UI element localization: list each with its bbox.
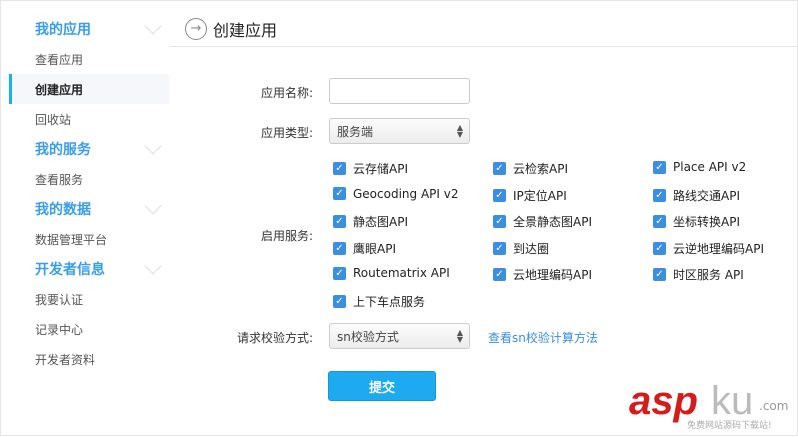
service-checkbox[interactable]: ✓ 云逆地理编码API bbox=[653, 240, 764, 257]
services-label: 启用服务: bbox=[260, 229, 313, 243]
sidebar-item-profile[interactable]: 开发者资料 bbox=[1, 344, 169, 374]
checkmark-icon: ✓ bbox=[493, 268, 506, 281]
service-label: 时区服务 API bbox=[673, 268, 744, 282]
service-label: 坐标转换API bbox=[673, 215, 740, 229]
sidebar: 我的应用 查看应用 创建应用 回收站 我的服务 查看服务 我的数据 数据管理平台… bbox=[1, 1, 169, 437]
checkmark-icon: ✓ bbox=[333, 215, 346, 228]
service-label: Routematrix API bbox=[353, 266, 450, 280]
chevron-down-icon bbox=[144, 197, 162, 215]
group-developer-info[interactable]: 开发者信息 bbox=[1, 254, 169, 284]
service-label: IP定位API bbox=[513, 188, 567, 203]
submit-button[interactable]: 提交 bbox=[328, 371, 436, 401]
service-label: 上下车点服务 bbox=[353, 294, 426, 309]
service-label: 路线交通API bbox=[673, 188, 740, 203]
service-checkbox[interactable]: ✓ 全景静态图API bbox=[493, 213, 592, 230]
service-checkbox[interactable]: ✓ 静态图API bbox=[333, 213, 408, 230]
group-my-apps[interactable]: 我的应用 bbox=[1, 14, 169, 44]
updown-icon: ▲ ▼ bbox=[456, 123, 463, 139]
checkmark-icon: ✓ bbox=[333, 294, 346, 308]
service-checkbox[interactable]: ✓ IP定位API bbox=[493, 187, 567, 204]
checkmark-icon: ✓ bbox=[653, 268, 666, 281]
checkmark-icon: ✓ bbox=[493, 162, 506, 175]
watermark-logo: asp ku .com 免费网站源码下载站! bbox=[629, 379, 789, 431]
service-checkbox[interactable]: ✓ 云地理编码API bbox=[493, 266, 592, 283]
service-checkbox[interactable]: ✓ Geocoding API v2 bbox=[333, 187, 459, 201]
group-title: 开发者信息 bbox=[35, 262, 105, 278]
verify-value: sn校验方式 bbox=[337, 329, 399, 344]
service-checkbox[interactable]: ✓ 鹰眼API bbox=[333, 240, 396, 257]
service-label: Place API v2 bbox=[673, 160, 747, 174]
checkmark-icon: ✓ bbox=[333, 162, 346, 175]
group-title: 我的数据 bbox=[35, 202, 91, 218]
service-checkbox[interactable]: ✓ 到达圈 bbox=[493, 240, 549, 257]
sidebar-item-view-services[interactable]: 查看服务 bbox=[1, 164, 169, 194]
page-title: 创建应用 bbox=[213, 20, 278, 40]
chevron-down-icon bbox=[144, 17, 162, 35]
group-my-data[interactable]: 我的数据 bbox=[1, 194, 169, 224]
checkmark-icon: ✓ bbox=[493, 241, 506, 255]
service-label: 云检索API bbox=[513, 162, 568, 176]
service-checkbox[interactable]: ✓ 坐标转换API bbox=[653, 213, 740, 230]
service-label: 全景静态图API bbox=[513, 215, 592, 229]
service-checkbox[interactable]: ✓ 云检索API bbox=[493, 160, 568, 177]
app-name-label: 应用名称: bbox=[260, 86, 313, 100]
updown-icon: ▲ ▼ bbox=[456, 328, 463, 344]
service-label: 云地理编码API bbox=[513, 268, 592, 282]
service-label: 云逆地理编码API bbox=[673, 241, 764, 256]
sn-verify-help-link[interactable]: 查看sn校验计算方法 bbox=[488, 329, 598, 346]
sidebar-item-view-apps[interactable]: 查看应用 bbox=[1, 44, 169, 74]
app-name-input[interactable] bbox=[329, 78, 470, 104]
checkmark-icon: ✓ bbox=[653, 188, 666, 202]
page-header: → 创建应用 bbox=[169, 11, 797, 47]
service-checkbox[interactable]: ✓ Routematrix API bbox=[333, 266, 450, 280]
checkmark-icon: ✓ bbox=[333, 187, 346, 200]
sidebar-item-certify[interactable]: 我要认证 bbox=[1, 284, 169, 314]
service-checkbox[interactable]: ✓ 上下车点服务 bbox=[333, 293, 425, 310]
checkmark-icon: ✓ bbox=[493, 188, 506, 202]
checkmark-icon: ✓ bbox=[333, 266, 346, 280]
checkmark-icon: ✓ bbox=[653, 215, 666, 228]
service-checkbox[interactable]: ✓ 路线交通API bbox=[653, 187, 740, 204]
checkmark-icon: ✓ bbox=[653, 160, 666, 174]
checkmark-icon: ✓ bbox=[653, 241, 666, 255]
service-label: 到达圈 bbox=[513, 241, 550, 256]
group-title: 我的应用 bbox=[35, 22, 91, 38]
service-label: Geocoding API v2 bbox=[353, 186, 459, 201]
service-label: 云存储API bbox=[353, 162, 408, 176]
chevron-down-icon bbox=[144, 257, 162, 275]
service-checkbox[interactable]: ✓ 云存储API bbox=[333, 160, 408, 177]
verify-method-select[interactable]: sn校验方式 ▲ ▼ bbox=[329, 323, 470, 349]
service-checkbox[interactable]: ✓ 时区服务 API bbox=[653, 266, 744, 283]
checkmark-icon: ✓ bbox=[333, 241, 346, 255]
group-title: 我的服务 bbox=[35, 142, 91, 158]
service-checkbox[interactable]: ✓ Place API v2 bbox=[653, 160, 746, 174]
service-label: 静态图API bbox=[353, 215, 408, 229]
service-label: 鹰眼API bbox=[353, 241, 396, 256]
app-type-select[interactable]: 服务端 ▲ ▼ bbox=[329, 118, 470, 144]
app-type-value: 服务端 bbox=[337, 124, 374, 139]
verify-label: 请求校验方式: bbox=[236, 331, 313, 345]
app-type-label: 应用类型: bbox=[260, 126, 313, 140]
arrow-right-circle-icon: → bbox=[185, 17, 207, 40]
checkmark-icon: ✓ bbox=[493, 215, 506, 228]
